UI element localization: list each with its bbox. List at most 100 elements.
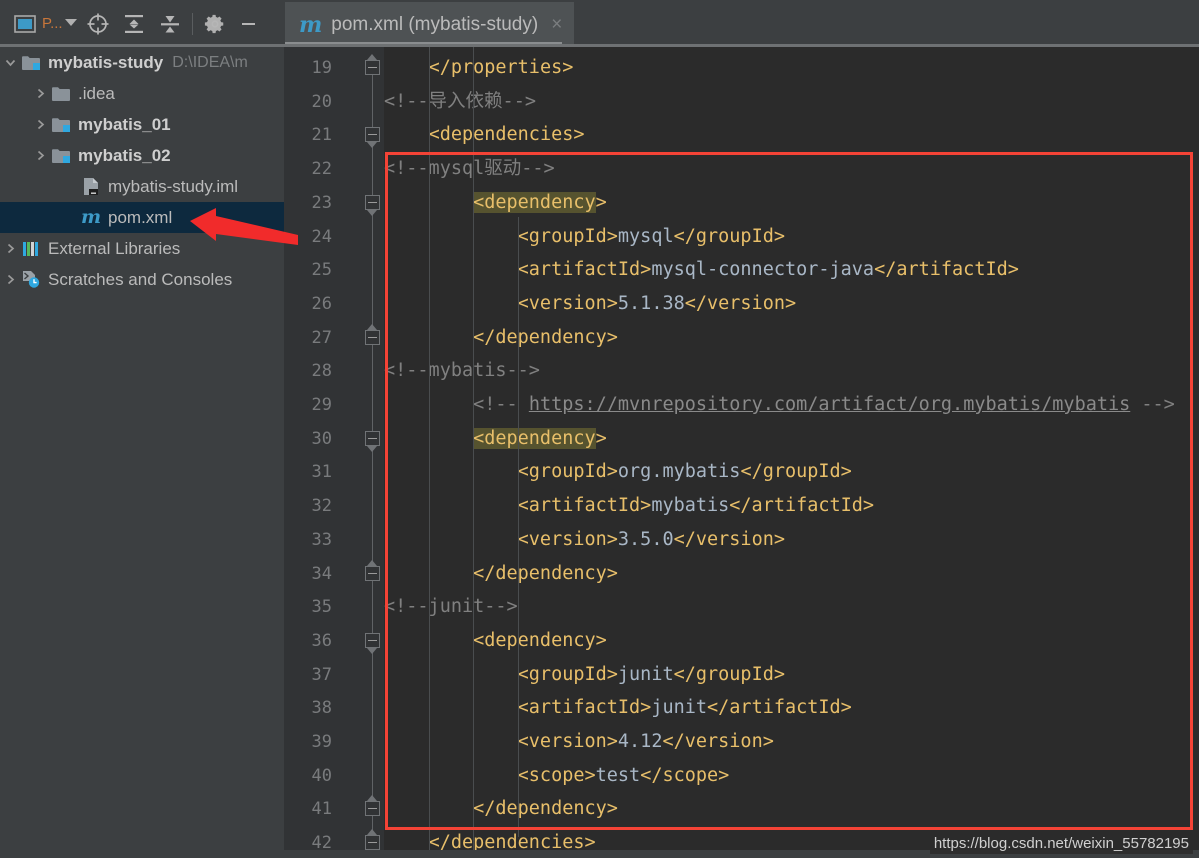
editor-gutter[interactable]: 19 20 21 22 23 24 25 26 27 28 29 30 31 32 33 34 35 36 37 38…	[284, 47, 384, 858]
project-window-icon[interactable]	[10, 9, 40, 39]
code-tag: </groupId>	[673, 663, 785, 685]
fold-toggle-icon[interactable]	[365, 835, 380, 851]
code-line[interactable]: <dependency>	[384, 624, 607, 658]
line-number: 41	[311, 799, 332, 820]
line-number: 27	[311, 327, 332, 348]
code-tag: </groupId>	[740, 461, 852, 483]
code-line[interactable]: <groupId>org.mybatis</groupId>	[384, 455, 852, 489]
fold-tip-icon	[367, 559, 377, 566]
line-number: 33	[311, 529, 332, 550]
collapse-all-icon[interactable]	[155, 9, 185, 39]
code-line[interactable]: <version>4.12</version>	[384, 725, 774, 759]
idea-window: P... m pom.xml (mybatis-study) × mybatis…	[0, 0, 1199, 858]
toolbar-divider	[191, 12, 193, 35]
code-tag: <groupId>	[517, 225, 618, 247]
tree-item-external-libraries[interactable]: External Libraries	[0, 233, 284, 264]
code-line[interactable]: <groupId>mysql</groupId>	[384, 220, 785, 254]
fold-toggle-icon[interactable]	[365, 632, 380, 648]
code-text: 3.5.0	[617, 528, 674, 550]
code-text: junit	[651, 697, 708, 719]
code-tag: </properties>	[428, 57, 574, 78]
tree-item-idea[interactable]: .idea	[0, 78, 284, 109]
fold-toggle-icon[interactable]	[365, 801, 380, 817]
tree-item-pom-xml[interactable]: m pom.xml	[0, 202, 284, 233]
code-line[interactable]: <dependency>	[384, 422, 607, 456]
tree-item-mybatis-01[interactable]: mybatis_01	[0, 109, 284, 140]
code-tag-highlighted: <dependency	[473, 191, 596, 213]
code-line[interactable]: </dependency>	[384, 792, 618, 826]
code-line[interactable]: <groupId>junit</groupId>	[384, 658, 785, 692]
chevron-right-icon[interactable]	[30, 149, 50, 162]
tree-item-mybatis-study[interactable]: mybatis-study D:\IDEA\m	[0, 47, 284, 78]
fold-tip-icon	[367, 795, 377, 802]
code-comment: <!--junit-->	[384, 596, 518, 618]
code-line[interactable]: </properties>	[384, 51, 574, 85]
fold-toggle-icon[interactable]	[365, 430, 380, 446]
fold-toggle-icon[interactable]	[365, 565, 380, 581]
line-number: 36	[311, 630, 332, 651]
code-line[interactable]: <version>5.1.38</version>	[384, 287, 796, 321]
maven-m-icon: m	[299, 11, 323, 38]
code-line[interactable]: </dependency>	[384, 321, 618, 355]
line-number: 38	[311, 698, 332, 719]
line-number: 35	[311, 597, 332, 618]
fold-tip-icon	[367, 323, 377, 330]
tab-pom-xml[interactable]: m pom.xml (mybatis-study) ×	[285, 2, 575, 45]
chevron-down-icon[interactable]	[64, 19, 77, 26]
fold-toggle-icon[interactable]	[365, 127, 380, 143]
locate-target-icon[interactable]	[83, 9, 113, 39]
module-folder-icon	[20, 54, 42, 71]
code-line[interactable]: <dependencies>	[384, 118, 585, 152]
fold-toggle-icon[interactable]	[365, 60, 380, 75]
code-editor[interactable]: 19 20 21 22 23 24 25 26 27 28 29 30 31 32 33 34 35 36 37 38…	[284, 47, 1199, 858]
code-line[interactable]: <scope>test</scope>	[384, 759, 730, 793]
code-text: test	[595, 764, 641, 786]
code-line[interactable]: <artifactId>mybatis</artifactId>	[384, 489, 874, 523]
code-line[interactable]: </dependency>	[384, 557, 618, 591]
code-line[interactable]: <artifactId>mysql-connector-java</artifa…	[384, 253, 1019, 287]
tree-item-label: mybatis_01	[78, 114, 171, 134]
code-line[interactable]: <dependency>	[384, 186, 607, 220]
fold-tip-icon	[367, 209, 377, 216]
fold-toggle-icon[interactable]	[365, 329, 380, 345]
code-text: junit	[617, 663, 674, 685]
fold-toggle-icon[interactable]	[365, 194, 380, 210]
iml-file-icon	[80, 177, 102, 196]
settings-gear-icon[interactable]	[200, 9, 230, 39]
scratches-icon	[20, 270, 42, 289]
code-line[interactable]: <version>3.5.0</version>	[384, 523, 785, 557]
code-line[interactable]: <!--导入依赖-->	[384, 85, 536, 119]
code-link[interactable]: https://mvnrepository.com/artifact/org.m…	[529, 394, 1130, 415]
code-line[interactable]: <!--junit-->	[384, 590, 518, 624]
hide-icon[interactable]	[234, 9, 264, 39]
expand-all-icon[interactable]	[119, 9, 149, 39]
code-line[interactable]: <!--mybatis-->	[384, 354, 540, 388]
code-tag: <scope>	[517, 764, 596, 786]
code-tag: <version>	[517, 292, 618, 314]
tree-item-mybatis-study-iml[interactable]: mybatis-study.iml	[0, 171, 284, 202]
chevron-right-icon[interactable]	[30, 87, 50, 100]
code-line[interactable]: <!--mysql驱动-->	[384, 152, 555, 186]
close-icon[interactable]: ×	[551, 15, 562, 34]
tree-item-label: Scratches and Consoles	[48, 269, 233, 289]
chevron-right-icon[interactable]	[30, 118, 50, 131]
chevron-right-icon[interactable]	[0, 242, 20, 255]
tree-item-scratches-and-consoles[interactable]: Scratches and Consoles	[0, 264, 284, 295]
external-libraries-icon	[20, 240, 42, 257]
chevron-right-icon[interactable]	[0, 273, 20, 286]
line-number: 30	[311, 428, 332, 449]
code-line[interactable]: <artifactId>junit</artifactId>	[384, 691, 852, 725]
project-label-group[interactable]: P...	[42, 15, 77, 32]
fold-tip-icon	[367, 445, 377, 452]
tree-item-label: .idea	[78, 83, 115, 103]
code-area[interactable]: </properties> <!--导入依赖--> <dependencies> <…	[384, 47, 1199, 858]
indent-guide	[473, 47, 475, 858]
line-number: 25	[311, 260, 332, 281]
chevron-down-icon[interactable]	[0, 56, 20, 69]
code-line[interactable]: <!-- https://mvnrepository.com/artifact/…	[384, 388, 1175, 422]
line-number: 28	[311, 361, 332, 382]
line-number: 22	[311, 159, 332, 180]
tree-item-mybatis-02[interactable]: mybatis_02	[0, 140, 284, 171]
